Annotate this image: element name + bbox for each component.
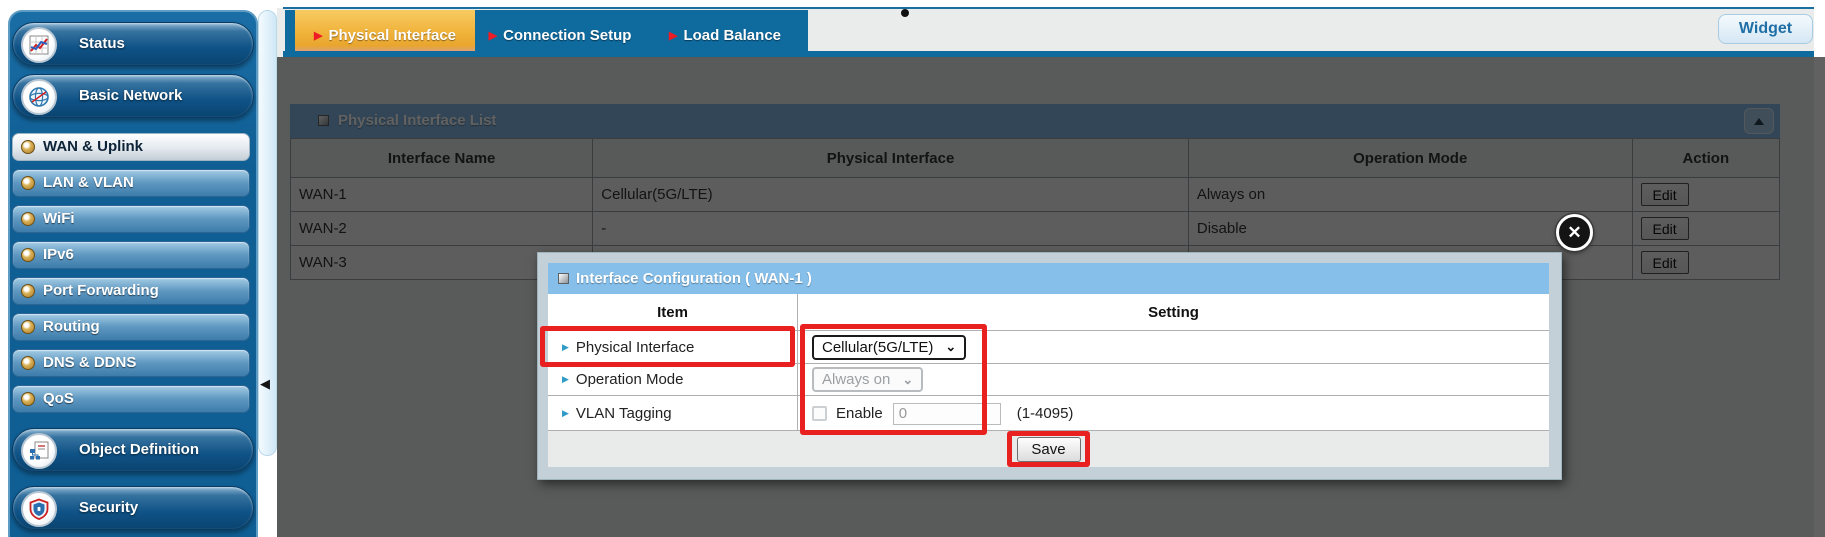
- save-button[interactable]: Save: [1017, 437, 1081, 462]
- row-vlan-tagging: ▶ VLAN Tagging Enable (1-4095): [548, 396, 1549, 431]
- enable-label: Enable: [836, 405, 883, 422]
- widget-button[interactable]: Widget: [1718, 14, 1813, 44]
- row-label: Physical Interface: [576, 339, 694, 356]
- tab-load-balance[interactable]: ▶ Load Balance: [645, 10, 805, 52]
- dialog-body: Item Setting ▶ Physical Interface Cellul…: [548, 294, 1549, 431]
- dialog-footer: Save: [548, 431, 1549, 467]
- close-icon[interactable]: ✕: [1556, 214, 1593, 251]
- network-globe-icon: [21, 79, 57, 115]
- chevron-down-icon: ⌄: [902, 374, 913, 386]
- bullet-dot-icon: [21, 356, 35, 370]
- chart-icon: [21, 27, 57, 63]
- tab-physical-interface[interactable]: ▶ Physical Interface: [295, 10, 475, 52]
- sidebar-item-lan-vlan[interactable]: LAN & VLAN: [12, 169, 250, 197]
- bullet-dot-icon: [21, 176, 35, 190]
- bullet-triangle-icon: ▶: [562, 408, 569, 419]
- interface-configuration-dialog: Interface Configuration ( WAN-1 ) Item S…: [537, 252, 1562, 480]
- drag-dot: [901, 9, 909, 17]
- row-operation-mode: ▶ Operation Mode Always on ⌄: [548, 364, 1549, 396]
- dialog-square-icon: [558, 273, 569, 284]
- top-divider: [283, 7, 1814, 9]
- bullet-dot-icon: [21, 392, 35, 406]
- row-label: Operation Mode: [576, 371, 684, 388]
- sidebar-item-label: Security: [79, 487, 138, 529]
- sidebar-item-label: DNS & DDNS: [43, 350, 136, 376]
- bullet-dot-icon: [21, 284, 35, 298]
- physical-interface-select[interactable]: Cellular(5G/LTE) ⌄: [812, 335, 966, 360]
- sidebar-item-port-forwarding[interactable]: Port Forwarding: [12, 277, 250, 305]
- object-definition-icon: [21, 433, 57, 469]
- sidebar-item-object-definition[interactable]: Object Definition: [12, 428, 254, 472]
- sidebar-item-label: Status: [79, 23, 125, 65]
- sidebar-item-label: Basic Network: [79, 75, 182, 117]
- select-value: Cellular(5G/LTE): [822, 339, 933, 356]
- operation-mode-select: Always on ⌄: [812, 367, 923, 392]
- sidebar-item-label: IPv6: [43, 242, 74, 268]
- vlan-id-input[interactable]: [893, 403, 1001, 425]
- sidebar-item-label: QoS: [43, 386, 74, 412]
- tab-arrow-icon: ▶: [314, 29, 322, 44]
- dialog-titlebar: Interface Configuration ( WAN-1 ): [548, 263, 1549, 294]
- tab-arrow-icon: ▶: [489, 29, 497, 44]
- tab-arrow-icon: ▶: [669, 29, 677, 44]
- bullet-dot-icon: [21, 212, 35, 226]
- bullet-dot-icon: [21, 248, 35, 262]
- collapse-arrow-icon[interactable]: ◀: [260, 376, 270, 392]
- sidebar-item-label: LAN & VLAN: [43, 170, 134, 196]
- vlan-range-hint: (1-4095): [1017, 405, 1074, 422]
- tab-label: Physical Interface: [328, 27, 456, 44]
- tab-label: Connection Setup: [503, 27, 631, 44]
- sidebar-item-label: Object Definition: [79, 429, 199, 471]
- item-header: Item: [548, 294, 798, 330]
- select-value: Always on: [822, 371, 890, 388]
- dialog-title: Interface Configuration ( WAN-1 ): [576, 263, 812, 294]
- dialog-header-row: Item Setting: [548, 294, 1549, 331]
- sidebar-item-label: Port Forwarding: [43, 278, 159, 304]
- sidebar-item-routing[interactable]: Routing: [12, 313, 250, 341]
- sidebar-item-security[interactable]: Security: [12, 486, 254, 530]
- bullet-dot-icon: [21, 320, 35, 334]
- sidebar-item-label: WAN & Uplink: [43, 134, 143, 160]
- sidebar-item-wifi[interactable]: WiFi: [12, 205, 250, 233]
- setting-header: Setting: [798, 294, 1549, 330]
- sidebar-item-dns-ddns[interactable]: DNS & DDNS: [12, 349, 250, 377]
- row-physical-interface: ▶ Physical Interface Cellular(5G/LTE) ⌄: [548, 331, 1549, 364]
- bullet-triangle-icon: ▶: [562, 374, 569, 385]
- tab-label: Load Balance: [683, 27, 781, 44]
- sidebar-item-label: WiFi: [43, 206, 75, 232]
- sidebar-item-basic-network[interactable]: Basic Network: [12, 74, 254, 118]
- tab-connection-setup[interactable]: ▶ Connection Setup: [475, 10, 645, 52]
- bullet-triangle-icon: ▶: [562, 342, 569, 353]
- sidebar-item-qos[interactable]: QoS: [12, 385, 250, 413]
- enable-checkbox[interactable]: [812, 406, 827, 421]
- sidebar-item-status[interactable]: Status: [12, 22, 254, 66]
- sidebar-item-label: Routing: [43, 314, 100, 340]
- chevron-down-icon: ⌄: [945, 341, 956, 353]
- row-label: VLAN Tagging: [576, 405, 672, 422]
- bullet-dot-icon: [21, 140, 35, 154]
- sidebar-item-wan-uplink[interactable]: WAN & Uplink: [12, 133, 250, 161]
- security-shield-icon: [21, 491, 57, 527]
- tab-bar: ▶ Physical Interface ▶ Connection Setup …: [285, 10, 808, 52]
- sidebar-item-ipv6[interactable]: IPv6: [12, 241, 250, 269]
